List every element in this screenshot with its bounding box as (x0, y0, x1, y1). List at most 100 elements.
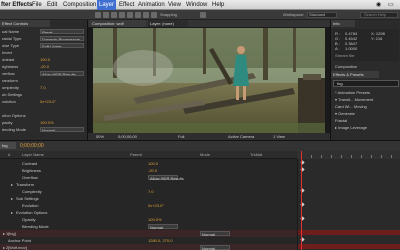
timeline-row-dropdown[interactable]: Allow HDR Results (148, 175, 184, 181)
info-tab[interactable]: Info (331, 20, 355, 27)
timeline-timecode[interactable]: 0;00;00;00 (20, 143, 44, 149)
effect-control-row[interactable]: oise Type Soft Linear (2, 43, 86, 49)
active-camera-select[interactable]: Active Camera (228, 133, 254, 140)
effect-control-value[interactable]: 100.0% (40, 120, 54, 126)
timeline-property-row[interactable]: ▸ Sub Settings (0, 195, 297, 202)
effect-control-row[interactable]: ution Options (2, 113, 86, 119)
menu-file[interactable]: File (32, 0, 42, 10)
disclosure-triangle-icon[interactable]: ▸ (3, 230, 5, 237)
menu-window[interactable]: Window (186, 0, 207, 10)
timeline-row-value[interactable]: 100.0% (148, 216, 162, 223)
effect-control-row[interactable]: ub Settings (2, 92, 86, 98)
disclosure-triangle-icon[interactable]: ▸ (11, 209, 13, 216)
effect-control-row[interactable]: ontrast 100.0 (2, 57, 86, 63)
effect-control-row[interactable]: ransform (2, 78, 86, 84)
timeline-track-area[interactable] (297, 159, 400, 250)
effect-control-row[interactable]: pacity 100.0% (2, 120, 86, 126)
timeline-property-row[interactable]: Contrast 100.0 (0, 160, 297, 167)
menu-composition[interactable]: Composition (63, 0, 96, 10)
timeline-row-value[interactable]: -20.0 (148, 167, 157, 174)
effects-tree-item[interactable]: ▾ Transit... Movement (335, 97, 373, 103)
timeline-row-dropdown[interactable]: Normal (200, 231, 230, 237)
effect-control-row[interactable] (2, 106, 86, 112)
effect-control-row[interactable]: rightness -20.0 (2, 64, 86, 70)
composition-tab[interactable]: Composition: wolf (90, 20, 146, 27)
effect-control-dropdown[interactable]: Allow HDR Results (40, 71, 84, 76)
effect-control-dropdown[interactable]: Dynamic Progressive (40, 36, 84, 41)
resolution-select[interactable]: Full (178, 133, 184, 140)
effect-control-value[interactable]: 7.0 (40, 85, 46, 91)
zoom-level[interactable]: 50% (96, 133, 104, 140)
effect-control-value[interactable]: -20.0 (40, 64, 49, 70)
effects-tree-item[interactable]: ▸ Image Leverage (335, 125, 367, 131)
effect-control-row[interactable]: ractal Type Dynamic Progressive (2, 36, 86, 42)
render-queue-icon[interactable] (2, 142, 10, 150)
timeline-row-value[interactable]: 0x+23.0° (148, 202, 164, 209)
zoom-tool-icon[interactable] (111, 12, 117, 18)
timeline-row-dropdown[interactable]: Normal (148, 224, 178, 230)
effect-control-row[interactable]: Invert (2, 50, 86, 56)
layer-duration-bar[interactable] (298, 230, 400, 235)
effect-control-dropdown[interactable]: Soft Linear (40, 43, 84, 48)
effect-control-row[interactable]: ual Name Reset (2, 29, 86, 35)
effect-control-value[interactable]: 100.0 (40, 57, 50, 63)
disclosure-triangle-icon[interactable]: ▸ (11, 195, 13, 202)
timeline-property-row[interactable]: Anchor Point 1280.0, 270.0 (0, 237, 297, 244)
pen-tool-icon[interactable] (151, 12, 157, 18)
disclosure-triangle-icon[interactable]: ▸ (11, 181, 13, 188)
effects-tree-item[interactable]: ▾ Generate (335, 111, 355, 117)
timeline-layer[interactable]: 2 ▸ [Wolf.mov] Normal (0, 244, 297, 250)
pan-behind-tool-icon[interactable] (135, 12, 141, 18)
menu-edit[interactable]: Edit (47, 0, 57, 10)
hand-tool-icon[interactable] (103, 12, 109, 18)
time-ruler[interactable] (297, 151, 400, 159)
mask-tool-icon[interactable] (143, 12, 149, 18)
effects-tree-item[interactable]: Fractal (335, 118, 347, 124)
menu-view[interactable]: View (168, 0, 181, 10)
timeline-property-row[interactable]: Overflow Allow HDR Results (0, 174, 297, 181)
timeline-row-dropdown[interactable]: Normal (200, 245, 230, 250)
selection-tool-icon[interactable] (95, 12, 101, 18)
effect-control-row[interactable]: lending Mode Normal (2, 127, 86, 133)
timeline-property-row[interactable]: Complexity 7.0 (0, 188, 297, 195)
effect-control-value[interactable]: 0x+23.0° (40, 99, 56, 105)
timeline-property-row[interactable]: Evolution 0x+23.0° (0, 202, 297, 209)
menu-app-name[interactable]: fter Effects (1, 0, 32, 10)
timeline-row-value[interactable]: 100.0 (148, 160, 158, 167)
menu-layer[interactable]: Layer (97, 0, 117, 10)
disclosure-triangle-icon[interactable]: ▸ (3, 244, 5, 250)
footage-frame[interactable] (93, 28, 325, 140)
effect-control-row[interactable]: volution 0x+23.0° (2, 99, 86, 105)
search-help-field[interactable]: Search Help (360, 12, 398, 18)
timeline-layer[interactable]: 1 ▸ [fog] Normal (0, 230, 297, 237)
menu-effect[interactable]: Effect (119, 0, 134, 10)
effect-control-row[interactable]: verflow Allow HDR Results (2, 71, 86, 77)
workspace-select[interactable]: Standard (307, 12, 337, 18)
snapping-label[interactable]: Snapping (160, 11, 177, 19)
timeline-property-row[interactable]: ▸ Transform (0, 181, 297, 188)
effect-control-row[interactable]: omplexity 7.0 (2, 85, 86, 91)
effects-search-input[interactable]: fog (333, 80, 399, 87)
current-timecode[interactable]: 0;00;00;00 (118, 133, 137, 140)
menu-help[interactable]: Help (212, 0, 224, 10)
timeline-property-row[interactable]: ▸ Evolution Options (0, 209, 297, 216)
timeline-row-value[interactable]: 1280.0, 270.0 (148, 237, 172, 244)
current-time-indicator[interactable] (301, 151, 302, 250)
effect-control-dropdown[interactable]: Reset (40, 29, 84, 34)
timeline-row-value[interactable]: 7.0 (148, 188, 154, 195)
puppet-tool-icon[interactable] (200, 12, 206, 18)
layer-duration-bar[interactable] (298, 244, 400, 249)
view-layout-select[interactable]: 1 View (273, 133, 285, 140)
effects-tree-item[interactable]: * Animation Presets (335, 90, 370, 96)
timeline-property-row[interactable]: Blending Mode Normal (0, 223, 297, 230)
timeline-property-row[interactable]: Opacity 100.0% (0, 216, 297, 223)
rotate-tool-icon[interactable] (119, 12, 125, 18)
camera-tool-icon[interactable] (127, 12, 133, 18)
col-layer-name[interactable]: Layer Name (22, 152, 44, 158)
effect-control-dropdown[interactable]: Normal (40, 127, 84, 132)
timeline-property-row[interactable]: Brightness -20.0 (0, 167, 297, 174)
menu-animation[interactable]: Animation (138, 0, 165, 10)
layer-tab[interactable]: Layer: (none) (148, 20, 188, 27)
effects-presets-tab[interactable]: Effects & Presets (331, 71, 379, 78)
effect-controls-tab[interactable]: Effect Controls (0, 20, 50, 27)
